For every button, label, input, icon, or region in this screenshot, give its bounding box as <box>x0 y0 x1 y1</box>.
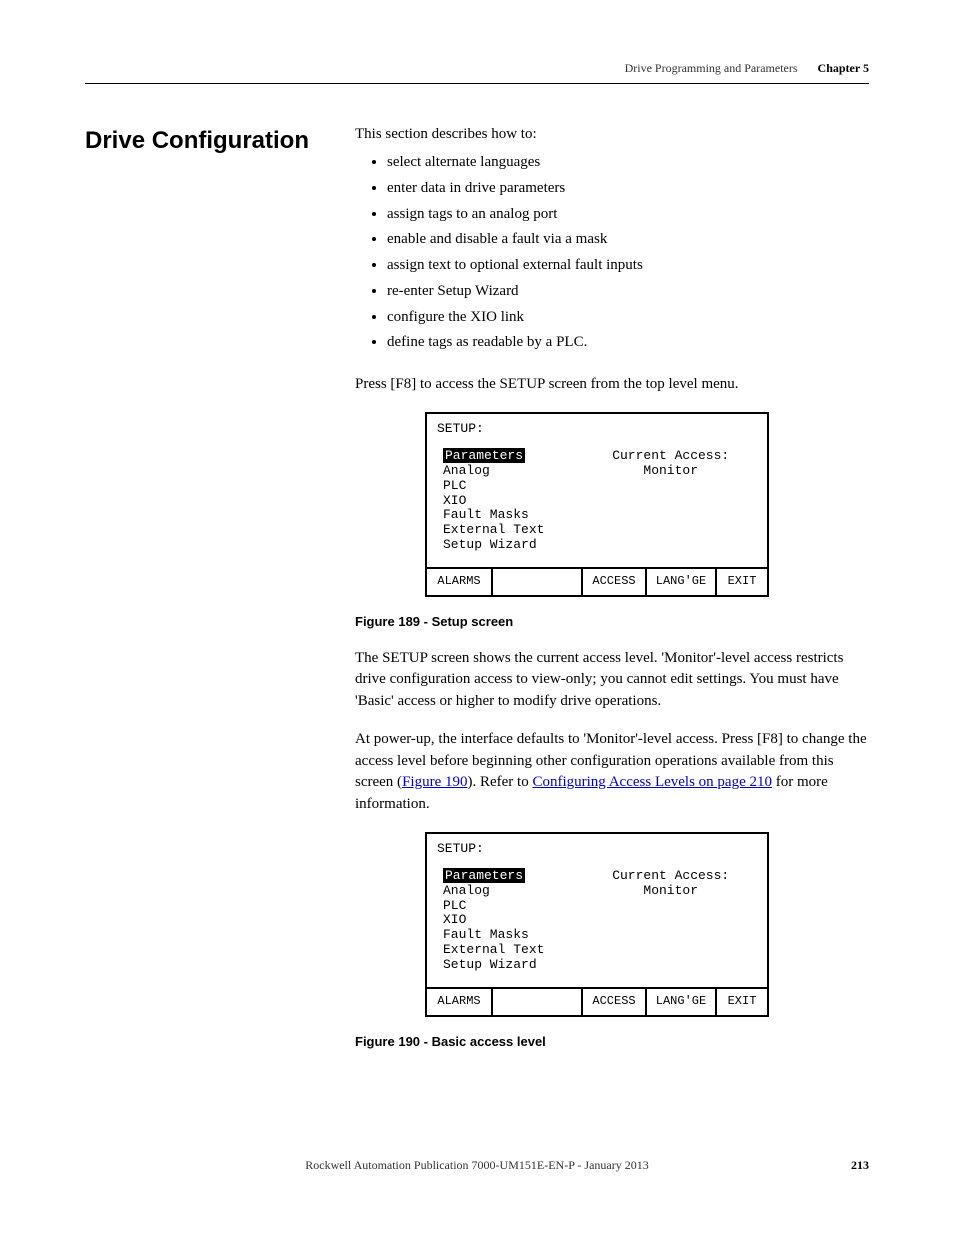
para-access-level: The SETUP screen shows the current acces… <box>355 648 869 713</box>
access-info: Current Access: Monitor <box>584 449 757 554</box>
page-number: 213 <box>829 1157 869 1174</box>
softkey-alarms: ALARMS <box>427 989 493 1014</box>
access-info: Current Access: Monitor <box>584 869 757 974</box>
bullet-item: enter data in drive parameters <box>387 178 869 200</box>
softkey-language: LANG'GE <box>647 569 717 594</box>
menu-items-rest: Analog PLC XIO Fault Masks External Text… <box>443 883 544 973</box>
softkey-access: ACCESS <box>583 989 647 1014</box>
screen-title: SETUP: <box>427 834 767 861</box>
bullet-item: define tags as readable by a PLC. <box>387 332 869 354</box>
setup-menu-list: ParametersAnalog PLC XIO Fault Masks Ext… <box>443 449 544 554</box>
setup-screen-1: SETUP: ParametersAnalog PLC XIO Fault Ma… <box>425 412 769 597</box>
softkey-exit: EXIT <box>717 569 767 594</box>
press-f8-text: Press [F8] to access the SETUP screen fr… <box>355 374 869 396</box>
figure-190: SETUP: ParametersAnalog PLC XIO Fault Ma… <box>425 832 869 1017</box>
figure-189: SETUP: ParametersAnalog PLC XIO Fault Ma… <box>425 412 869 597</box>
section-heading: Drive Configuration <box>85 124 315 159</box>
link-figure-190[interactable]: Figure 190 <box>402 774 467 790</box>
para-powerup: At power-up, the interface defaults to '… <box>355 729 869 816</box>
softkey-exit: EXIT <box>717 989 767 1014</box>
softkey-blank <box>493 989 583 1014</box>
bullet-item: configure the XIO link <box>387 307 869 329</box>
intro-bullet-list: select alternate languages enter data in… <box>355 152 869 354</box>
bullet-item: assign text to optional external fault i… <box>387 255 869 277</box>
link-configuring-access[interactable]: Configuring Access Levels on page 210 <box>532 774 772 790</box>
softkey-bar: ALARMS ACCESS LANG'GE EXIT <box>427 567 767 594</box>
menu-item-parameters: Parameters <box>443 448 525 463</box>
para2-mid: ). Refer to <box>467 774 532 790</box>
intro-text: This section describes how to: <box>355 124 869 146</box>
header-chapter: Chapter 5 <box>818 60 869 77</box>
softkey-language: LANG'GE <box>647 989 717 1014</box>
bullet-item: assign tags to an analog port <box>387 204 869 226</box>
publication-info: Rockwell Automation Publication 7000-UM1… <box>125 1157 829 1174</box>
softkey-blank <box>493 569 583 594</box>
figure-190-caption: Figure 190 - Basic access level <box>355 1033 869 1052</box>
access-value: Monitor <box>584 884 757 899</box>
menu-items-rest: Analog PLC XIO Fault Masks External Text… <box>443 463 544 553</box>
menu-item-parameters: Parameters <box>443 868 525 883</box>
bullet-item: enable and disable a fault via a mask <box>387 229 869 251</box>
softkey-alarms: ALARMS <box>427 569 493 594</box>
screen-title: SETUP: <box>427 414 767 441</box>
page-footer: Rockwell Automation Publication 7000-UM1… <box>85 1157 869 1174</box>
header-doc-title: Drive Programming and Parameters <box>625 60 798 77</box>
access-value: Monitor <box>584 464 757 479</box>
bullet-item: select alternate languages <box>387 152 869 174</box>
softkey-bar: ALARMS ACCESS LANG'GE EXIT <box>427 987 767 1014</box>
figure-189-caption: Figure 189 - Setup screen <box>355 613 869 632</box>
bullet-item: re-enter Setup Wizard <box>387 281 869 303</box>
softkey-access: ACCESS <box>583 569 647 594</box>
access-label: Current Access: <box>584 869 757 884</box>
header-rule <box>85 83 869 84</box>
access-label: Current Access: <box>584 449 757 464</box>
setup-menu-list: ParametersAnalog PLC XIO Fault Masks Ext… <box>443 869 544 974</box>
setup-screen-2: SETUP: ParametersAnalog PLC XIO Fault Ma… <box>425 832 769 1017</box>
page-header: Drive Programming and Parameters Chapter… <box>85 60 869 77</box>
